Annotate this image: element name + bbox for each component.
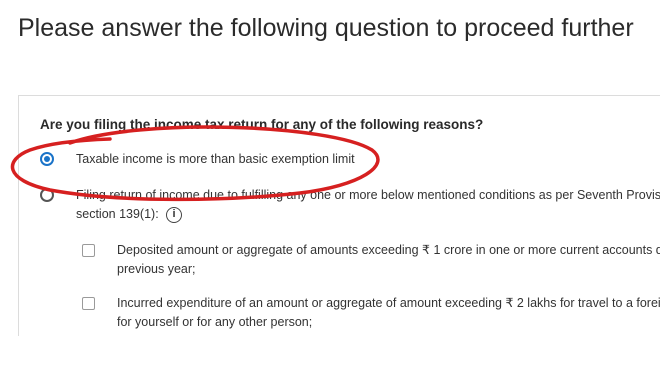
highlight-ellipse-stroke — [10, 125, 380, 202]
highlight-ellipse — [10, 125, 380, 202]
